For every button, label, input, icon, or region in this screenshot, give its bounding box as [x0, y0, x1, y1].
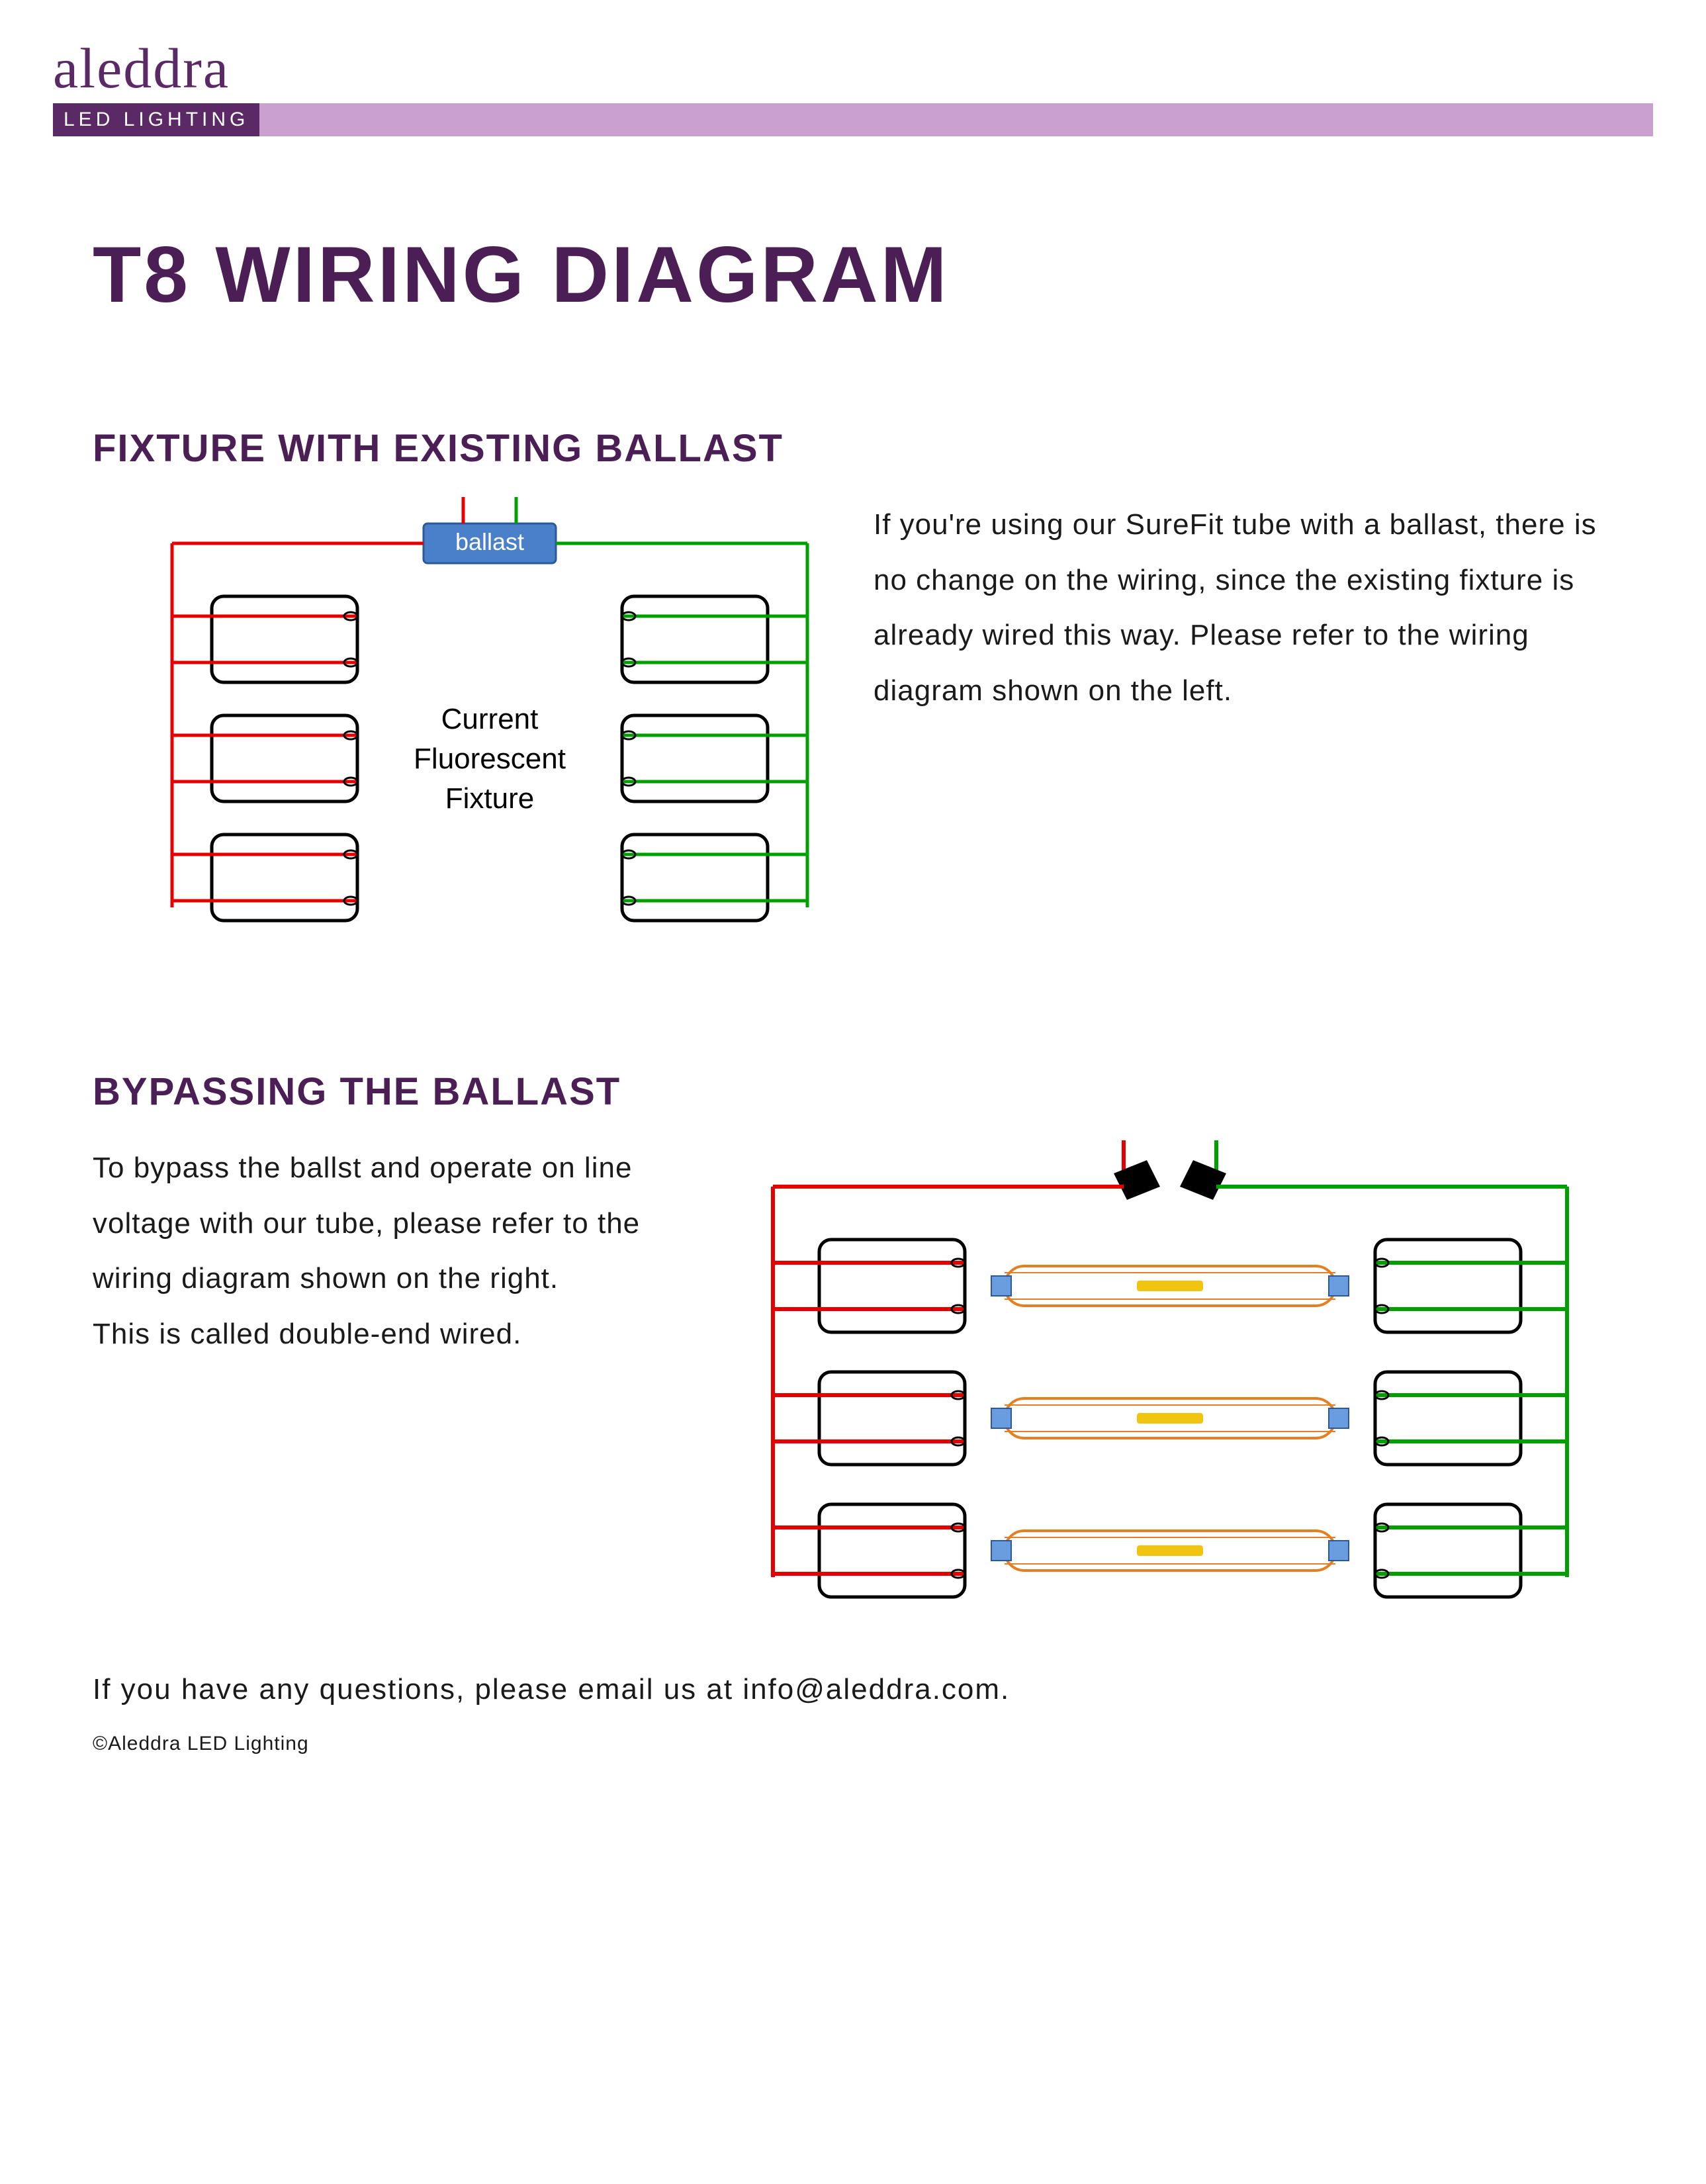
- row-2: [773, 1372, 1567, 1465]
- header: aleddra LED LIGHTING: [0, 0, 1706, 136]
- section1-text: If you're using our SureFit tube with a …: [874, 497, 1613, 718]
- section2: To bypass the ballst and operate on line…: [93, 1140, 1613, 1620]
- section1-title: FIXTURE WITH EXISTING BALLAST: [93, 426, 1613, 471]
- svg-text:Fixture: Fixture: [445, 782, 534, 815]
- copyright: ©Aleddra LED Lighting: [93, 1733, 1613, 1755]
- brand-subtitle: LED LIGHTING: [53, 103, 259, 136]
- row-3: [773, 1504, 1567, 1597]
- footer-question: If you have any questions, please email …: [93, 1673, 1613, 1706]
- section1: ballast: [93, 497, 1613, 950]
- section2-text: To bypass the ballst and operate on line…: [93, 1140, 687, 1361]
- ballast-label: ballast: [455, 528, 524, 555]
- socket-right-group: [622, 596, 807, 921]
- section2-title: BYPASSING THE BALLAST: [93, 1069, 1613, 1114]
- row-1: [773, 1240, 1567, 1332]
- brand-bar: LED LIGHTING: [53, 103, 1653, 136]
- diagram-existing-ballast: ballast: [93, 497, 834, 950]
- svg-text:Current: Current: [441, 703, 539, 735]
- page-title: T8 WIRING DIAGRAM: [93, 229, 1613, 320]
- brand-name: aleddra: [53, 40, 1653, 97]
- svg-text:Fluorescent: Fluorescent: [414, 743, 566, 775]
- socket-left-group: [172, 596, 357, 921]
- diagram-bypass-ballast: [727, 1140, 1613, 1620]
